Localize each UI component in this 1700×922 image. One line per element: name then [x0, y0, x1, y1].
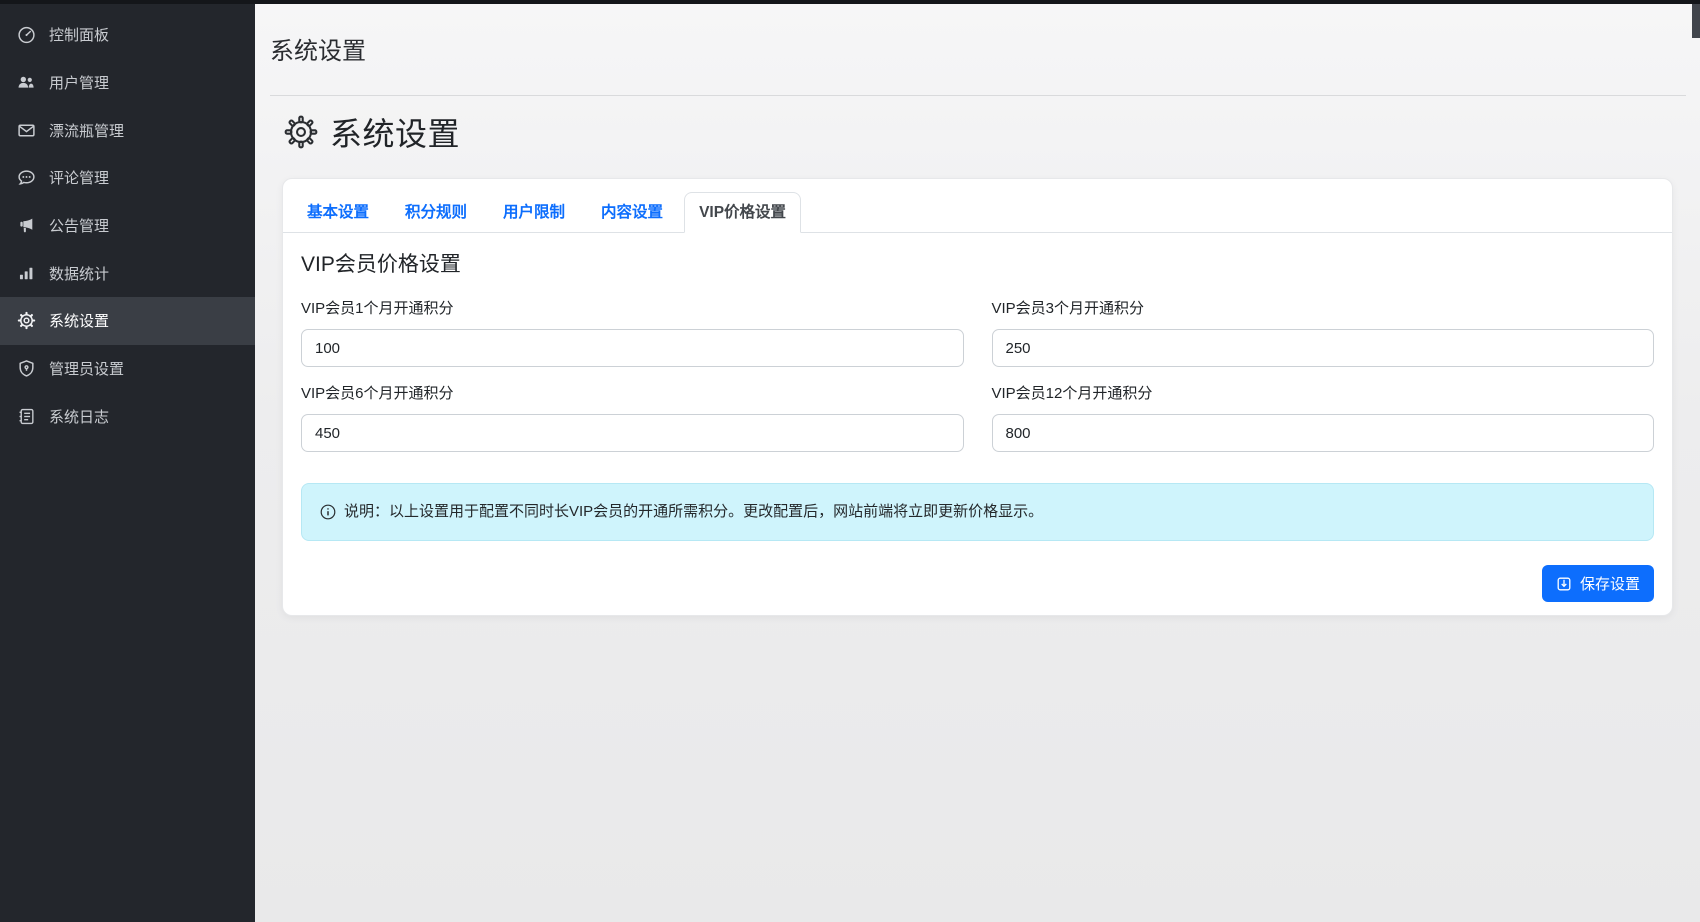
vip-3month-input[interactable]: [992, 329, 1655, 367]
sidebar-item-comments[interactable]: 评论管理: [0, 154, 255, 202]
sidebar-item-bottles[interactable]: 漂流瓶管理: [0, 106, 255, 154]
field-label: VIP会员3个月开通积分: [992, 302, 1655, 315]
sidebar-item-label: 评论管理: [49, 167, 109, 188]
page-heading: 系统设置: [284, 112, 1673, 152]
field-vip-1month: VIP会员1个月开通积分: [301, 302, 964, 367]
field-vip-12month: VIP会员12个月开通积分: [992, 387, 1655, 452]
field-vip-3month: VIP会员3个月开通积分: [992, 302, 1655, 367]
vip-12month-input[interactable]: [992, 414, 1655, 452]
save-settings-button[interactable]: 保存设置: [1542, 565, 1654, 602]
sidebar-item-system-logs[interactable]: 系统日志: [0, 393, 255, 441]
topbar: 系统设置: [270, 0, 1686, 96]
sidebar-item-label: 系统设置: [49, 310, 109, 331]
tab-basic-settings[interactable]: 基本设置: [292, 192, 384, 233]
vip-price-form: VIP会员1个月开通积分 VIP会员3个月开通积分 VIP会员6个月开通积分 V…: [301, 302, 1654, 452]
speedometer-icon: [16, 25, 36, 45]
info-note: 说明：以上设置用于配置不同时长VIP会员的开通所需积分。更改配置后，网站前端将立…: [301, 483, 1654, 541]
field-label: VIP会员6个月开通积分: [301, 387, 964, 400]
sidebar-item-label: 系统日志: [49, 406, 109, 427]
save-button-label: 保存设置: [1580, 573, 1640, 594]
sidebar-item-label: 公告管理: [49, 215, 109, 236]
sidebar-item-label: 管理员设置: [49, 358, 124, 379]
sidebar-item-label: 控制面板: [49, 24, 109, 45]
tab-vip-price-settings[interactable]: VIP价格设置: [684, 192, 801, 233]
top-strip: [0, 0, 1700, 4]
sidebar-item-system-settings[interactable]: 系统设置: [0, 297, 255, 345]
save-icon: [1556, 576, 1572, 592]
users-icon: [16, 73, 36, 93]
page-heading-title: 系统设置: [330, 109, 460, 155]
comment-icon: [16, 168, 36, 188]
sidebar-item-statistics[interactable]: 数据统计: [0, 249, 255, 297]
journal-icon: [16, 406, 36, 426]
field-label: VIP会员1个月开通积分: [301, 302, 964, 315]
sidebar-item-users[interactable]: 用户管理: [0, 59, 255, 107]
info-note-text: 说明：以上设置用于配置不同时长VIP会员的开通所需积分。更改配置后，网站前端将立…: [344, 501, 1043, 523]
settings-card: 基本设置 积分规则 用户限制 内容设置 VIP价格设置 VIP会员价格设置 VI…: [282, 178, 1673, 616]
bar-chart-icon: [16, 263, 36, 283]
tab-user-limits[interactable]: 用户限制: [488, 192, 580, 233]
info-icon: [320, 504, 336, 520]
tab-points-rules[interactable]: 积分规则: [390, 192, 482, 233]
sidebar-item-announcements[interactable]: 公告管理: [0, 202, 255, 250]
sidebar-item-admin-settings[interactable]: 管理员设置: [0, 345, 255, 393]
sidebar-item-label: 数据统计: [49, 263, 109, 284]
envelope-icon: [16, 120, 36, 140]
vip-1month-input[interactable]: [301, 329, 964, 367]
page-title: 系统设置: [270, 38, 1686, 66]
megaphone-icon: [16, 216, 36, 236]
section-title: VIP会员价格设置: [301, 252, 1654, 278]
sidebar: 控制面板 用户管理 漂流瓶管理 评论管理: [0, 0, 255, 922]
gear-icon: [16, 311, 36, 331]
main-content: 系统设置: [255, 0, 1700, 922]
sidebar-item-label: 用户管理: [49, 72, 109, 93]
sidebar-item-label: 漂流瓶管理: [49, 120, 124, 141]
field-vip-6month: VIP会员6个月开通积分: [301, 387, 964, 452]
vip-6month-input[interactable]: [301, 414, 964, 452]
settings-tabs: 基本设置 积分规则 用户限制 内容设置 VIP价格设置: [283, 192, 1672, 233]
scrollbar-thumb[interactable]: [1692, 4, 1700, 38]
field-label: VIP会员12个月开通积分: [992, 387, 1655, 400]
sidebar-item-dashboard[interactable]: 控制面板: [0, 11, 255, 59]
shield-icon: [16, 359, 36, 379]
tab-content-settings[interactable]: 内容设置: [586, 192, 678, 233]
gear-icon: [284, 115, 318, 149]
